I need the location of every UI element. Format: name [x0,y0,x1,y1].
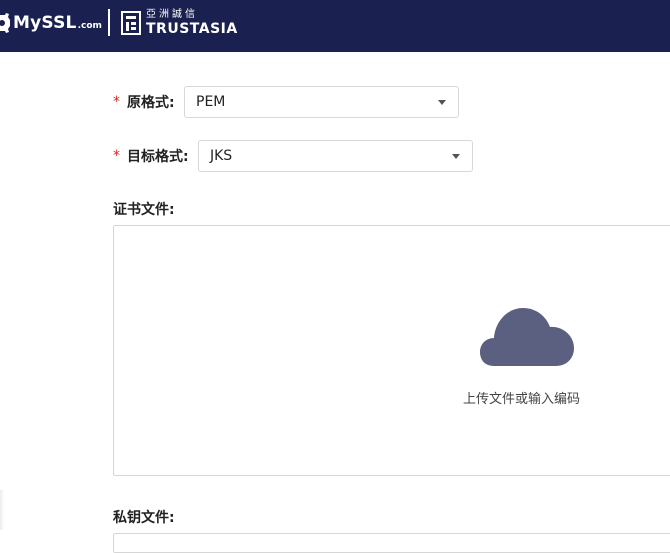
target-format-label-group: * 目标格式: [113,146,189,166]
chevron-down-icon [452,154,460,159]
floating-panel-edge [0,490,4,530]
source-format-label-group: * 原格式: [113,92,175,112]
myssl-brand-text: MySSL [13,13,77,33]
private-key-file-label: 私钥文件: [113,510,175,526]
target-format-select[interactable]: JKS [198,140,473,172]
certificate-upload-area[interactable]: 上传文件或输入编码 [113,225,670,476]
source-format-value: PEM [196,94,226,110]
chevron-down-icon [438,100,446,105]
upload-hint-text: 上传文件或输入编码 [463,392,581,407]
trustasia-cn-name: 亞洲誠信 [146,9,198,20]
logo-divider [108,9,110,36]
trustasia-logo[interactable]: 亞洲誠信 TRUSTASIA [121,9,238,37]
private-key-upload-area[interactable] [113,533,670,553]
myssl-logo[interactable]: MySSL .com [0,10,102,36]
required-mark: * [113,94,120,110]
cloud-upload-icon [480,308,574,366]
certificate-file-label: 证书文件: [113,202,175,218]
target-format-label: 目标格式: [127,149,189,165]
required-mark: * [113,148,120,164]
source-format-label: 原格式: [127,95,175,111]
source-format-select[interactable]: PEM [184,86,459,118]
gear-icon [0,13,10,33]
trustasia-en-name: TRUSTASIA [146,21,238,37]
top-navbar: MySSL .com 亞洲誠信 TRUSTASIA [0,0,670,52]
target-format-value: JKS [210,148,233,164]
trustasia-mark-icon [121,11,141,35]
myssl-brand-suffix: .com [77,20,102,31]
